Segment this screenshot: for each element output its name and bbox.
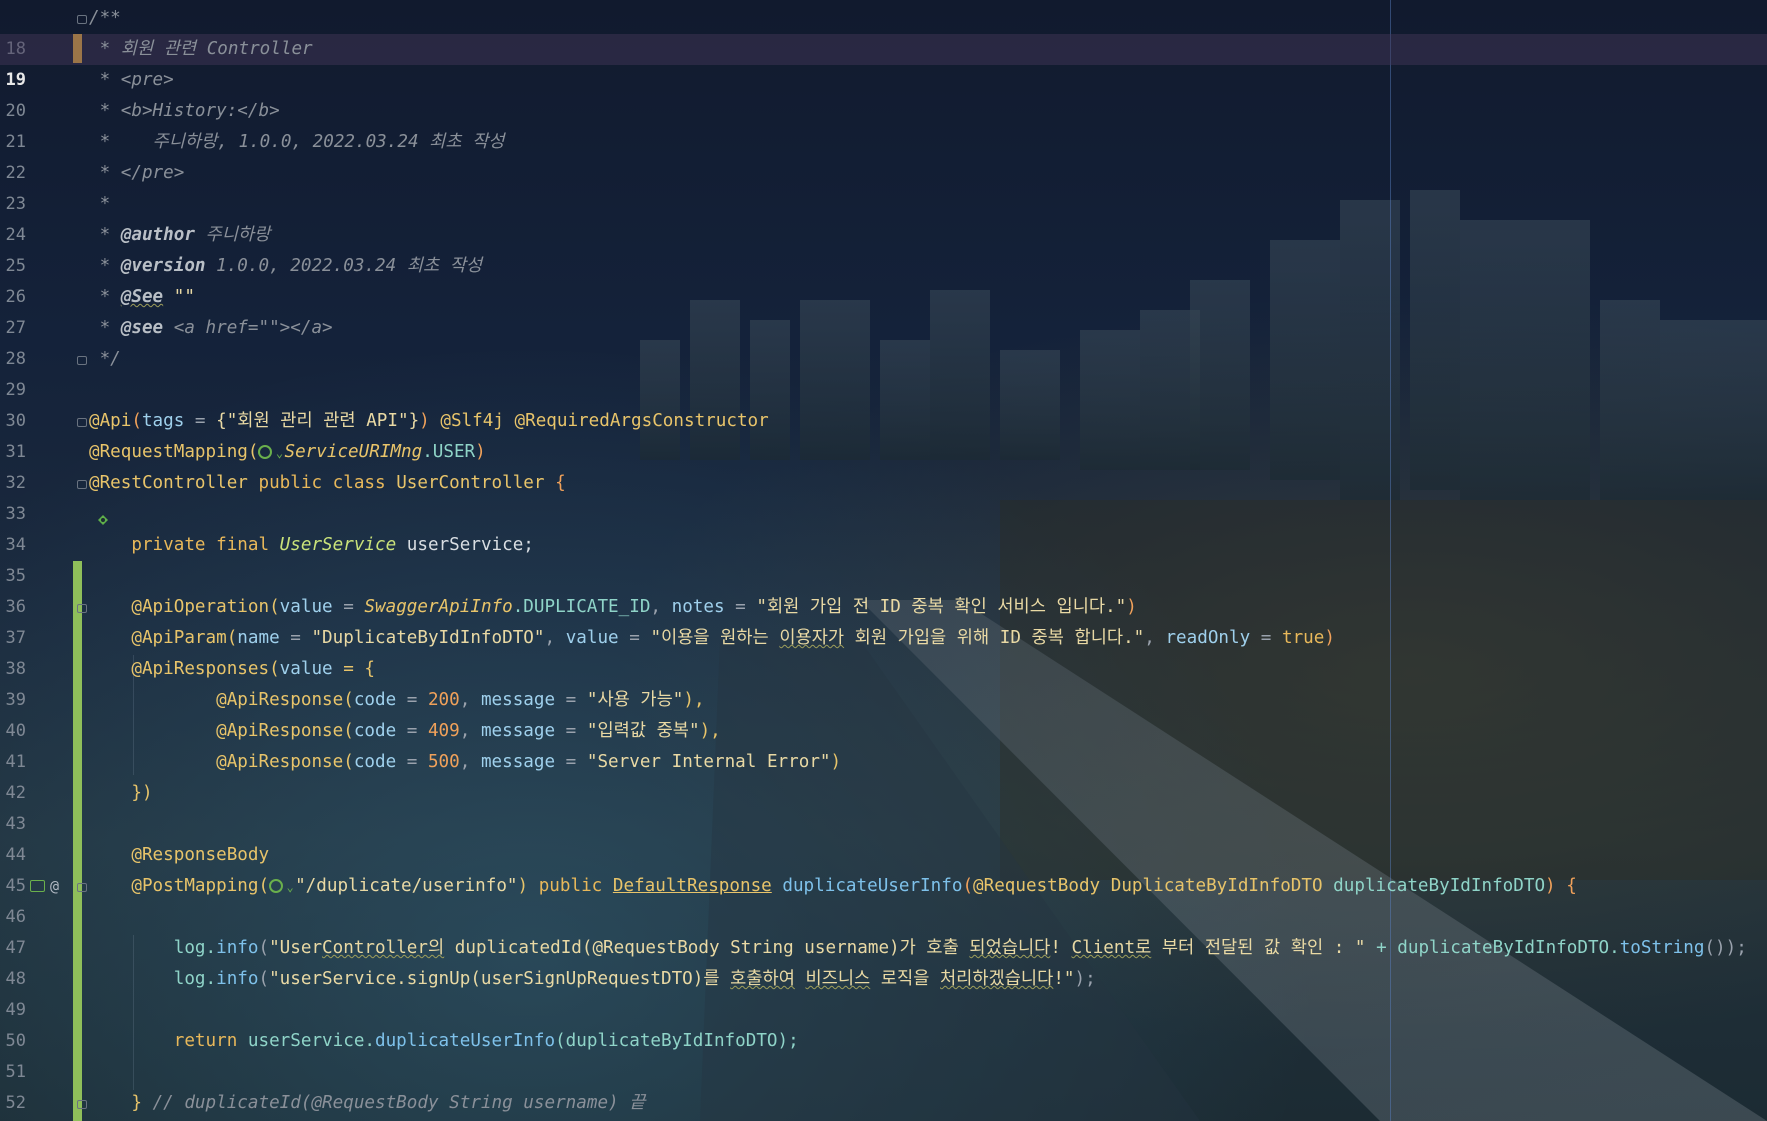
code-text: @ApiResponse(code = 409, message = "입력값 … [89, 721, 721, 741]
code-text: * <pre> [89, 70, 174, 90]
web-endpoint-icon[interactable] [269, 879, 284, 893]
fold-toggle-icon[interactable] [77, 15, 87, 24]
code-line[interactable]: 26 * @version 1.0.0, 2022.03.24 최초 작성 [0, 251, 1767, 307]
code-line[interactable]: 51 return userService.duplicateUserInfo(… [0, 1026, 1767, 1082]
code-text: }) [89, 783, 153, 803]
code-line[interactable]: 18 /** [0, 3, 1767, 59]
code-line[interactable]: 27 * @See "" [0, 282, 1767, 338]
code-line[interactable]: 35 private final UserService userService… [0, 530, 1767, 586]
code-text: @RequestMapping(⌄ServiceURIMng.USER) [89, 437, 486, 469]
code-text: * 회원 관련 Controller [89, 39, 313, 59]
code-text: } // duplicateId(@RequestBody String use… [89, 1093, 646, 1113]
spring-bean-icon[interactable] [32, 476, 108, 525]
code-line[interactable]: 39 @ApiResponses(value = { [0, 654, 1767, 710]
code-text: * @author 주니하랑 [89, 225, 271, 245]
fold-toggle-icon[interactable] [77, 356, 87, 365]
code-text: @ApiResponse(code = 500, message = "Serv… [89, 752, 842, 772]
code-line[interactable]: 30 [0, 375, 1767, 431]
code-line[interactable]: 40 @ApiResponse(code = 200, message = "사… [0, 685, 1767, 741]
code-line[interactable]: 52 [0, 1057, 1767, 1113]
code-line[interactable]: 28 * @see <a href=""></a> [0, 313, 1767, 369]
code-text: @Api(tags = {"회원 관리 관련 API"}) @Slf4j @Re… [89, 411, 769, 431]
code-text: @ApiResponse(code = 200, message = "사용 가… [89, 690, 705, 710]
code-text: @ResponseBody [89, 845, 270, 865]
web-endpoint-icon[interactable] [258, 445, 273, 459]
code-text: @ApiOperation(value = SwaggerApiInfo.DUP… [89, 597, 1137, 617]
code-line[interactable]: 33 @RestController public class UserCont… [0, 468, 1767, 525]
code-line[interactable]: 24 * [0, 189, 1767, 245]
code-line[interactable]: 43 }) [0, 778, 1767, 834]
code-editor[interactable]: 18 /** 19 * 회원 관련 Controller 20 * <pre> … [0, 0, 1767, 1121]
code-text: * 주니하랑, 1.0.0, 2022.03.24 최초 작성 [89, 132, 505, 152]
fold-toggle-icon[interactable] [77, 418, 87, 427]
code-line[interactable]: 44 [0, 809, 1767, 865]
code-text: @ApiParam(name = "DuplicateByIdInfoDTO",… [89, 628, 1335, 648]
code-line[interactable]: 34 [0, 499, 1767, 555]
fold-toggle-icon[interactable] [77, 604, 87, 613]
code-text: * @See "" [89, 287, 195, 307]
code-line[interactable]: 36 [0, 561, 1767, 617]
code-text: @PostMapping(⌄"/duplicate/userinfo") pub… [89, 871, 1576, 903]
code-line[interactable]: 46 @ @PostMapping(⌄"/duplicate/userinfo"… [0, 871, 1767, 927]
code-line[interactable]: 53 } // duplicateId(@RequestBody String … [0, 1088, 1767, 1119]
code-line[interactable]: 31 @Api(tags = {"회원 관리 관련 API"}) @Slf4j … [0, 406, 1767, 462]
code-line[interactable]: 29 */ [0, 344, 1767, 400]
fold-toggle-icon[interactable] [77, 883, 87, 892]
code-line[interactable]: 37 @ApiOperation(value = SwaggerApiInfo.… [0, 592, 1767, 648]
code-text: */ [89, 349, 121, 369]
code-line[interactable]: 32 @RequestMapping(⌄ServiceURIMng.USER) [0, 437, 1767, 493]
code-line[interactable]: 45 @ResponseBody [0, 840, 1767, 896]
code-line[interactable]: 38 @ApiParam(name = "DuplicateByIdInfoDT… [0, 623, 1767, 679]
code-line[interactable]: 20 * <pre> [0, 65, 1767, 121]
code-line[interactable]: 50 [0, 995, 1767, 1051]
code-line-current[interactable]: 19 * 회원 관련 Controller [0, 34, 1767, 90]
code-text: /** [89, 8, 121, 28]
code-line[interactable]: 42 @ApiResponse(code = 500, message = "S… [0, 747, 1767, 803]
code-text: * <b>History:</b> [89, 101, 280, 121]
code-text: * @see <a href=""></a> [89, 318, 333, 338]
code-text: private final UserService userService; [89, 535, 534, 555]
code-text: return userService.duplicateUserInfo(dup… [89, 1031, 799, 1051]
code-line[interactable]: 47 [0, 902, 1767, 958]
at-sign-icon[interactable]: @ [50, 871, 59, 902]
fold-toggle-icon[interactable] [77, 480, 87, 489]
code-text: * </pre> [89, 163, 185, 183]
code-text: * @version 1.0.0, 2022.03.24 최초 작성 [89, 256, 483, 276]
code-line[interactable]: 22 * 주니하랑, 1.0.0, 2022.03.24 최초 작성 [0, 127, 1767, 183]
code-text: log.info("UserController의 duplicatedId(@… [89, 938, 1747, 958]
code-line[interactable]: 21 * <b>History:</b> [0, 96, 1767, 152]
code-line[interactable]: 49 log.info("userService.signUp(userSign… [0, 964, 1767, 1020]
chevron-down-icon[interactable]: ⌄ [274, 438, 284, 469]
code-text: * [89, 194, 111, 214]
fold-toggle-icon[interactable] [77, 1100, 87, 1109]
api-endpoint-icon[interactable] [30, 880, 45, 892]
chevron-down-icon[interactable]: ⌄ [285, 872, 295, 903]
code-text: @RestController public class UserControl… [89, 473, 566, 493]
code-line[interactable]: 41 @ApiResponse(code = 409, message = "입… [0, 716, 1767, 772]
code-text: log.info("userService.signUp(userSignUpR… [89, 969, 1096, 989]
code-line[interactable]: 25 * @author 주니하랑 [0, 220, 1767, 276]
code-line[interactable]: 23 * </pre> [0, 158, 1767, 214]
code-line[interactable]: 48 log.info("UserController의 duplicatedI… [0, 933, 1767, 989]
code-text: @ApiResponses(value = { [89, 659, 376, 679]
